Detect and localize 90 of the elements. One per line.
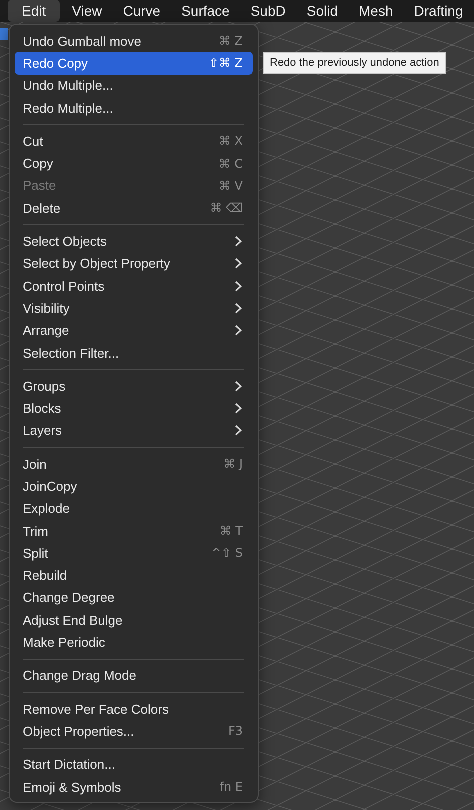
- chevron-right-icon: [235, 280, 242, 292]
- menu-item-label: Trim: [23, 524, 50, 539]
- menu-item[interactable]: Select by Object Property: [15, 252, 253, 275]
- menu-item-label: Adjust End Bulge: [23, 612, 124, 628]
- menu-bar-item[interactable]: Mesh: [350, 0, 402, 22]
- menu-item-label: Select by Object Property: [23, 256, 172, 272]
- shortcut-label: ⌘ Z: [218, 34, 243, 48]
- chevron-right-icon: [235, 302, 242, 314]
- chevron-right-icon: [235, 325, 242, 336]
- menu-item[interactable]: Layers: [15, 420, 253, 442]
- menu-item[interactable]: Redo Multiple...: [15, 96, 253, 120]
- menu-item[interactable]: JoinCopy: [15, 475, 253, 498]
- chevron-right-icon: [235, 380, 242, 392]
- menu-item-label: Undo Multiple...: [23, 78, 114, 94]
- selection-marker-icon: [0, 28, 8, 40]
- menu-item[interactable]: Make Periodic: [15, 631, 253, 654]
- menu-item[interactable]: Rebuild: [15, 564, 253, 587]
- menu-item[interactable]: Explode: [15, 498, 253, 520]
- menu-item[interactable]: Visibility: [15, 297, 253, 320]
- shortcut-label: ⌘ ⌫: [210, 201, 243, 216]
- menu-item-label: Select Objects: [23, 234, 108, 250]
- menu-item-label: JoinCopy: [23, 478, 78, 494]
- shortcut-label: ⌘ X: [218, 134, 243, 148]
- menu-item-label: Delete: [23, 200, 62, 216]
- menu-item-label: Redo Copy: [23, 56, 90, 71]
- menu-item-label: Copy: [23, 156, 54, 172]
- shortcut-label: ⇧⌘ Z: [208, 56, 243, 70]
- menu-item[interactable]: Delete ⌘ ⌫: [15, 197, 253, 220]
- shortcut-label: ⌘ V: [218, 178, 243, 193]
- menu-item[interactable]: Join ⌘ J: [15, 453, 253, 476]
- menu-bar-item[interactable]: SubD: [242, 0, 295, 22]
- menu-item-label: Change Drag Mode: [23, 668, 138, 684]
- menu-item[interactable]: Object Properties... F3: [15, 720, 253, 743]
- menu-item-label: Paste: [23, 178, 58, 194]
- menu-item-label: Control Points: [23, 278, 106, 294]
- menu-item[interactable]: Change Degree: [15, 586, 253, 610]
- menu-item[interactable]: Split ^⇧ S: [15, 542, 253, 565]
- menu-item-label: Groups: [23, 378, 67, 394]
- menu-item-label: Object Properties...: [23, 724, 136, 739]
- menu-item[interactable]: Copy ⌘ C: [15, 152, 253, 175]
- menu-item-label: Blocks: [23, 401, 62, 416]
- menu-item-label: Visibility: [23, 300, 71, 316]
- menu-item-label: Rebuild: [23, 568, 68, 584]
- menu-item-label: Redo Multiple...: [23, 100, 114, 116]
- shortcut-label: ⌘ C: [218, 156, 243, 171]
- menu-item[interactable]: Undo Gumball move ⌘ Z: [15, 30, 253, 52]
- menu-item[interactable]: Emoji & Symbols fn E: [15, 776, 253, 798]
- shortcut-label: fn E: [220, 780, 243, 794]
- menu-item-label: Layers: [23, 423, 64, 438]
- menu-item-label: Split: [23, 546, 50, 561]
- menu-item[interactable]: Selection Filter...: [15, 342, 253, 364]
- menu-bar-item[interactable]: View: [63, 0, 112, 22]
- chevron-right-icon: [235, 403, 242, 414]
- menu-item-label: Start Dictation...: [23, 757, 116, 772]
- shortcut-label: ⌘ J: [224, 457, 243, 472]
- menu-item-label: Emoji & Symbols: [23, 780, 122, 795]
- menu-bar-item[interactable]: Drafting: [405, 0, 472, 22]
- menu-item-label: Undo Gumball move: [23, 34, 142, 49]
- menu-item[interactable]: Adjust End Bulge: [15, 609, 253, 632]
- menu-item[interactable]: Trim ⌘ T: [15, 520, 253, 542]
- menu-bar-item[interactable]: Surface: [172, 0, 239, 22]
- menu-item-label: Join: [23, 456, 48, 472]
- menu-item[interactable]: Change Drag Mode: [15, 664, 253, 688]
- menu-item-label: Arrange: [23, 323, 70, 338]
- menu-item-label: Remove Per Face Colors: [23, 702, 170, 717]
- menu-bar-item[interactable]: Edit: [8, 0, 60, 22]
- tooltip: Redo the previously undone action: [263, 52, 446, 74]
- menu-item[interactable]: Control Points: [15, 274, 253, 298]
- menu-item-label: Cut: [23, 134, 44, 149]
- menu-item[interactable]: Cut ⌘ X: [15, 130, 253, 152]
- menu-item[interactable]: Blocks: [15, 397, 253, 420]
- menu-item[interactable]: Remove Per Face Colors: [15, 698, 253, 720]
- menu-bar-item[interactable]: Solid: [298, 0, 347, 22]
- chevron-right-icon: [235, 236, 242, 248]
- shortcut-label: ⌘ T: [220, 524, 243, 538]
- menu-item-label: Selection Filter...: [23, 346, 120, 360]
- menu-item[interactable]: Select Objects: [15, 230, 253, 253]
- menu-item[interactable]: Undo Multiple...: [15, 74, 253, 97]
- shortcut-label: F3: [228, 724, 243, 738]
- menu-item-label: Make Periodic: [23, 635, 106, 650]
- chevron-right-icon: [235, 425, 242, 436]
- menu-item[interactable]: Arrange: [15, 320, 253, 342]
- shortcut-label: ^⇧ S: [211, 546, 243, 560]
- menu-item-label: Explode: [23, 501, 71, 516]
- chevron-right-icon: [235, 258, 242, 270]
- menu-item[interactable]: Redo Copy ⇧⌘ Z: [15, 52, 253, 75]
- menu-bar-item[interactable]: Curve: [114, 0, 170, 22]
- menu-item-label: Change Degree: [23, 590, 116, 606]
- menu-item[interactable]: Start Dictation...: [15, 754, 253, 776]
- menu-item[interactable]: Groups: [15, 375, 253, 398]
